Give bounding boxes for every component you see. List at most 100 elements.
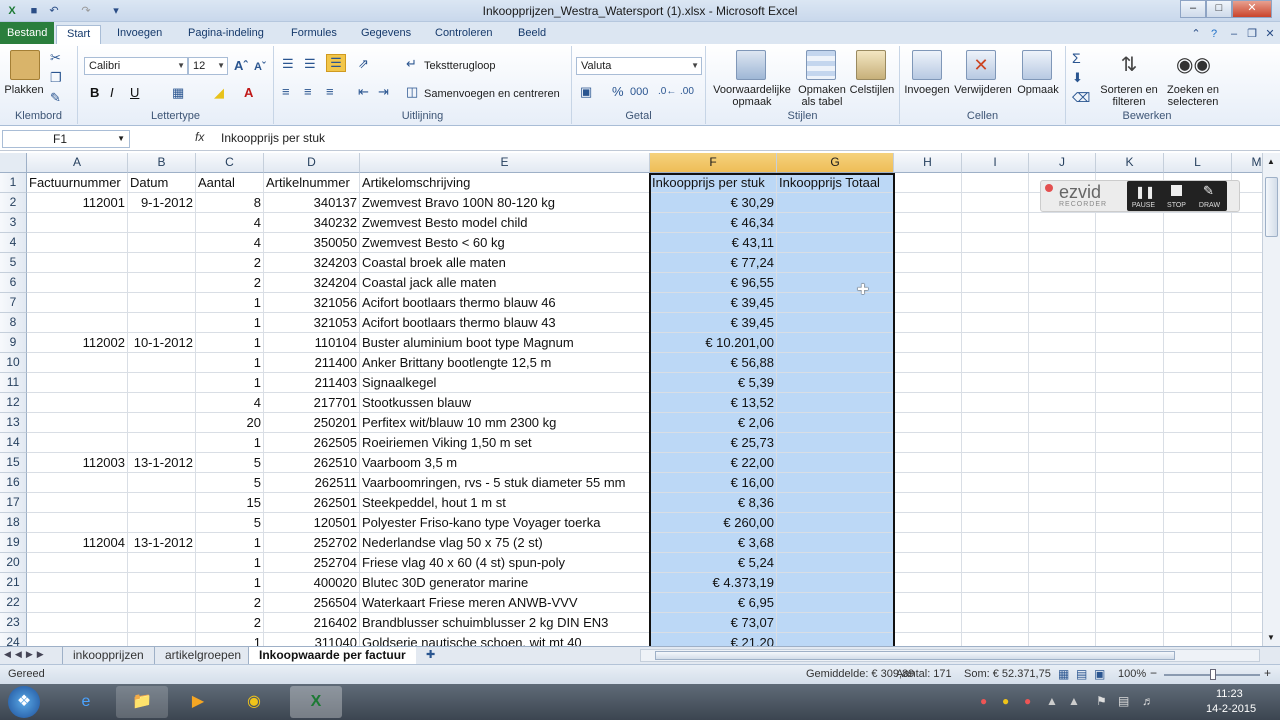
cell-c[interactable]: 2 [196, 593, 264, 613]
pause-button[interactable]: PAUSE [1127, 202, 1160, 209]
sheet-tab-inkoopwaarde[interactable]: Inkoopwaarde per factuur [248, 647, 416, 664]
column-header-h[interactable]: H [894, 153, 962, 173]
close-button[interactable]: ✕ [1232, 0, 1272, 18]
cell-a[interactable] [27, 413, 128, 433]
draw-button[interactable]: DRAW [1193, 202, 1226, 209]
start-orb-icon[interactable]: ❖ [8, 686, 40, 718]
cell-g[interactable] [777, 253, 894, 273]
tray-icon-4[interactable]: ▲ [1046, 694, 1058, 708]
cell-d[interactable]: 262501 [264, 493, 360, 513]
empty-cell[interactable] [894, 533, 962, 553]
empty-cell[interactable] [1164, 493, 1232, 513]
empty-cell[interactable] [962, 393, 1029, 413]
cell-b[interactable] [128, 253, 196, 273]
empty-cell[interactable] [962, 173, 1029, 193]
empty-cell[interactable] [962, 473, 1029, 493]
orientation-icon[interactable]: ⇗ [358, 56, 369, 72]
row-header[interactable]: 5 [0, 253, 27, 273]
cell-g[interactable] [777, 553, 894, 573]
cell-c[interactable]: 8 [196, 193, 264, 213]
cell-a[interactable]: Factuurnummer [27, 173, 128, 193]
cell-f[interactable]: Inkoopprijs per stuk [650, 173, 777, 193]
cell-e[interactable]: Anker Brittany bootlengte 12,5 m [360, 353, 650, 373]
cell-d[interactable]: 252704 [264, 553, 360, 573]
cell-c[interactable]: 1 [196, 373, 264, 393]
cell-b[interactable] [128, 233, 196, 253]
row-header[interactable]: 14 [0, 433, 27, 453]
cell-a[interactable]: 112002 [27, 333, 128, 353]
cell-f[interactable]: € 260,00 [650, 513, 777, 533]
cell-g[interactable] [777, 493, 894, 513]
cell-e[interactable]: Stootkussen blauw [360, 393, 650, 413]
font-size-combo[interactable]: 12 ▼ [188, 57, 228, 75]
italic-icon[interactable]: I [110, 85, 114, 101]
empty-cell[interactable] [962, 213, 1029, 233]
cell-f[interactable]: € 5,24 [650, 553, 777, 573]
empty-cell[interactable] [1164, 593, 1232, 613]
tray-icon-1[interactable]: ● [980, 694, 987, 708]
cell-g[interactable] [777, 273, 894, 293]
empty-cell[interactable] [1164, 273, 1232, 293]
explorer-folder-icon[interactable]: 📁 [116, 686, 168, 718]
cell-e[interactable]: Steekpeddel, hout 1 m st [360, 493, 650, 513]
cell-b[interactable]: 13-1-2012 [128, 533, 196, 553]
row-header[interactable]: 8 [0, 313, 27, 333]
cell-b[interactable] [128, 553, 196, 573]
empty-cell[interactable] [1232, 233, 1262, 253]
row-header[interactable]: 19 [0, 533, 27, 553]
cell-c[interactable]: 15 [196, 493, 264, 513]
cell-b[interactable] [128, 413, 196, 433]
row-header[interactable]: 2 [0, 193, 27, 213]
cell-d[interactable]: Artikelnummer [264, 173, 360, 193]
cell-b[interactable] [128, 293, 196, 313]
decrease-decimal-icon[interactable]: .00 [680, 84, 694, 100]
cell-d[interactable]: 262510 [264, 453, 360, 473]
cell-c[interactable]: 1 [196, 633, 264, 646]
cell-e[interactable]: Perfitex wit/blauw 10 mm 2300 kg [360, 413, 650, 433]
cell-f[interactable]: € 22,00 [650, 453, 777, 473]
empty-cell[interactable] [1029, 573, 1096, 593]
delete-cells-icon[interactable]: ✕ [966, 50, 996, 80]
empty-cell[interactable] [962, 333, 1029, 353]
empty-cell[interactable] [962, 493, 1029, 513]
cell-f[interactable]: € 5,39 [650, 373, 777, 393]
cell-c[interactable]: 1 [196, 313, 264, 333]
tab-bestand[interactable]: Bestand [0, 22, 55, 44]
empty-cell[interactable] [1096, 213, 1164, 233]
cell-e[interactable]: Coastal broek alle maten [360, 253, 650, 273]
cell-e[interactable]: Friese vlag 40 x 60 (4 st) spun-poly [360, 553, 650, 573]
name-box[interactable]: F1 ▼ [2, 130, 130, 148]
cell-d[interactable]: 256504 [264, 593, 360, 613]
empty-cell[interactable] [1164, 453, 1232, 473]
new-sheet-icon[interactable]: ✚ [426, 648, 435, 661]
tab-start[interactable]: Start [56, 25, 102, 44]
wrap-text-icon[interactable]: ↵ [406, 56, 417, 72]
tab-formules[interactable]: Formules [281, 25, 347, 44]
cell-f[interactable]: € 96,55 [650, 273, 777, 293]
cell-a[interactable]: 112004 [27, 533, 128, 553]
cell-b[interactable] [128, 473, 196, 493]
empty-cell[interactable] [962, 613, 1029, 633]
autosum-icon[interactable]: Σ [1072, 50, 1081, 66]
row-header[interactable]: 15 [0, 453, 27, 473]
cell-e[interactable]: Nederlandse vlag 50 x 75 (2 st) [360, 533, 650, 553]
empty-cell[interactable] [1029, 313, 1096, 333]
cell-d[interactable]: 262505 [264, 433, 360, 453]
conditional-format-icon[interactable] [736, 50, 766, 80]
doc-close-icon[interactable]: ✕ [1262, 26, 1278, 42]
cell-d[interactable]: 324203 [264, 253, 360, 273]
sheet-nav-icons[interactable]: ◀◀▶▶ [4, 649, 48, 660]
empty-cell[interactable] [1164, 573, 1232, 593]
increase-indent-icon[interactable]: ⇥ [378, 84, 389, 100]
empty-cell[interactable] [1232, 633, 1262, 646]
shrink-font-icon[interactable]: Aˇ [254, 59, 266, 75]
empty-cell[interactable] [894, 173, 962, 193]
tray-icon-3[interactable]: ● [1024, 694, 1031, 708]
empty-cell[interactable] [1232, 393, 1262, 413]
zoom-in-icon[interactable]: + [1264, 666, 1271, 680]
sheet-tab-inkoopprijzen[interactable]: inkoopprijzen [62, 647, 154, 664]
cell-a[interactable] [27, 593, 128, 613]
cell-d[interactable]: 321056 [264, 293, 360, 313]
empty-cell[interactable] [1096, 413, 1164, 433]
insert-function-icon[interactable]: fx [195, 130, 204, 144]
